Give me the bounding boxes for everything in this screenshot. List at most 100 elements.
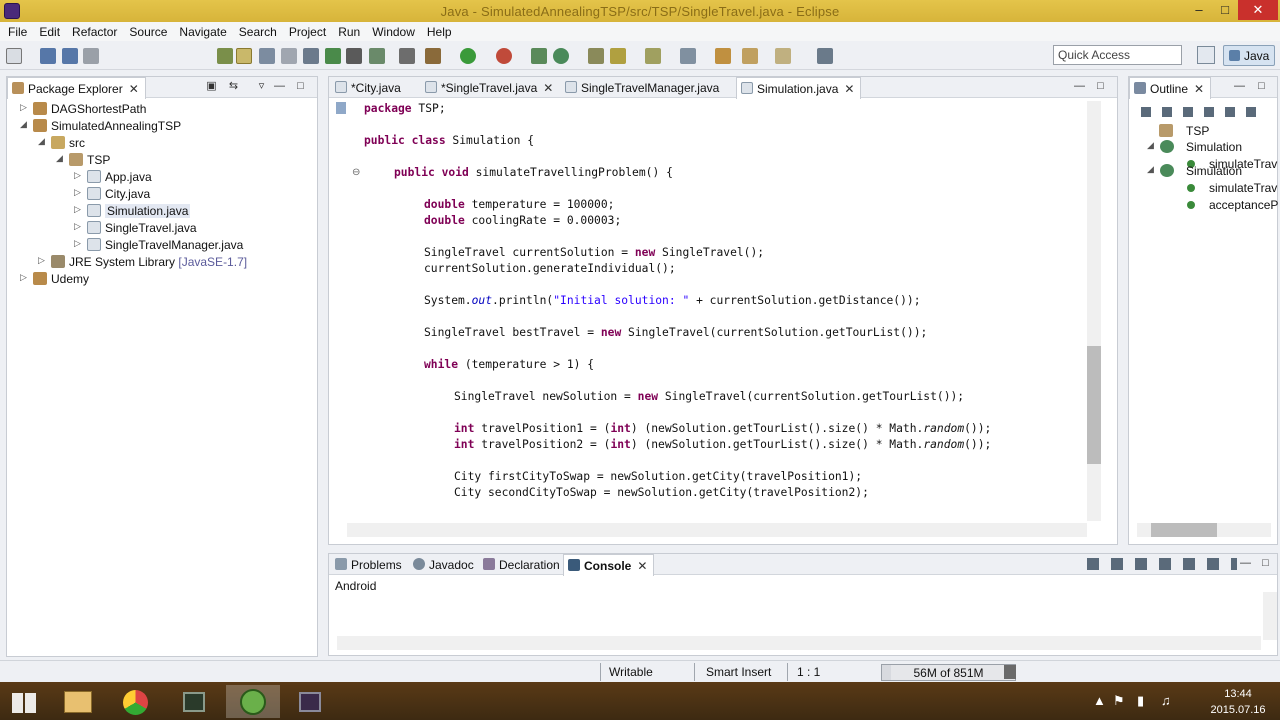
collapse-icon[interactable]: ◢ xyxy=(56,153,66,164)
view-menu-icon[interactable]: ▿ xyxy=(255,81,268,93)
minimize-button[interactable]: – xyxy=(1186,0,1212,20)
collapse-all-icon[interactable]: ▣ xyxy=(205,81,218,93)
tab-singletravelmanager-java[interactable]: SingleTravelManager.java xyxy=(561,77,725,98)
show-whitespace-icon[interactable] xyxy=(281,48,297,64)
menu-project[interactable]: Project xyxy=(283,25,332,39)
external-tools-icon[interactable] xyxy=(496,48,512,64)
tab-problems[interactable]: Problems xyxy=(331,554,408,575)
maximize-view-icon[interactable]: □ xyxy=(294,81,307,93)
maximize-view-icon[interactable]: □ xyxy=(1259,558,1272,570)
close-tab-icon[interactable]: ✕ xyxy=(844,82,854,96)
tab-package-explorer[interactable]: Package Explorer ✕ xyxy=(7,77,146,99)
menu-edit[interactable]: Edit xyxy=(33,25,66,39)
taskbar-camtasia[interactable] xyxy=(226,685,280,718)
tray-flag-icon[interactable]: ⚑ xyxy=(1113,693,1125,709)
start-button[interactable] xyxy=(0,685,48,718)
new-java-icon[interactable] xyxy=(325,48,341,64)
expand-icon[interactable]: ▷ xyxy=(74,221,84,232)
expand-icon[interactable]: ▷ xyxy=(74,187,84,198)
link-editor-icon[interactable]: ⇆ xyxy=(227,81,240,93)
tab-outline[interactable]: Outline ✕ xyxy=(1129,77,1212,99)
close-icon[interactable]: ✕ xyxy=(1194,82,1204,96)
tray-arrow-icon[interactable]: ▲ xyxy=(1093,693,1106,708)
new-class-icon[interactable] xyxy=(553,48,569,64)
minimize-view-icon[interactable]: — xyxy=(1233,81,1246,93)
expand-icon[interactable]: ▷ xyxy=(20,272,30,283)
minimize-view-icon[interactable]: — xyxy=(273,81,286,93)
menu-navigate[interactable]: Navigate xyxy=(173,25,232,39)
toggle-block-icon[interactable] xyxy=(259,48,275,64)
save-all-icon[interactable] xyxy=(62,48,78,64)
maximize-view-icon[interactable]: □ xyxy=(1255,81,1268,93)
tab-city-java[interactable]: *City.java xyxy=(331,77,407,98)
close-icon[interactable]: ✕ xyxy=(129,82,139,96)
maximize-button[interactable]: □ xyxy=(1212,0,1238,20)
pen-icon[interactable] xyxy=(610,48,626,64)
taskbar-app[interactable] xyxy=(168,685,222,718)
close-window-button[interactable]: ✕ xyxy=(1238,0,1278,20)
menu-run[interactable]: Run xyxy=(332,25,366,39)
heap-status[interactable]: 56M of 851M xyxy=(881,664,1016,681)
code-editor[interactable]: package TSP; public class Simulation { p… xyxy=(347,99,1084,522)
editor-vertical-scrollbar[interactable] xyxy=(1087,101,1101,521)
debug-icon[interactable] xyxy=(425,48,441,64)
minimize-editor-icon[interactable]: — xyxy=(1073,81,1086,93)
close-tab-icon[interactable]: ✕ xyxy=(543,81,553,95)
outline-horizontal-scrollbar[interactable] xyxy=(1137,523,1271,537)
taskbar-chrome[interactable] xyxy=(110,685,164,718)
annotation-icon[interactable] xyxy=(645,48,661,64)
scrollbar-thumb[interactable] xyxy=(1151,523,1217,537)
console-vertical-scrollbar[interactable] xyxy=(1263,592,1277,640)
menu-refactor[interactable]: Refactor xyxy=(66,25,123,39)
tray-network-icon[interactable]: ▮ xyxy=(1137,693,1144,709)
menu-help[interactable]: Help xyxy=(421,25,458,39)
collapse-icon[interactable]: ◢ xyxy=(1147,140,1157,151)
toggle-mark-icon[interactable] xyxy=(217,48,233,64)
collapse-icon[interactable]: ◢ xyxy=(1147,164,1157,175)
quick-access-input[interactable]: Quick Access xyxy=(1053,45,1182,65)
console-toolbar-icons[interactable] xyxy=(1087,558,1237,570)
debug-tool-icon[interactable] xyxy=(346,48,362,64)
tab-console[interactable]: Console ✕ xyxy=(563,554,655,576)
close-icon[interactable]: ✕ xyxy=(637,559,647,573)
pin-editor-icon[interactable] xyxy=(817,48,833,64)
tab-javadoc[interactable]: Javadoc xyxy=(409,554,480,575)
save-icon[interactable] xyxy=(40,48,56,64)
tab-singletravel-java[interactable]: *SingleTravel.java ✕ xyxy=(421,77,559,98)
scrollbar-thumb[interactable] xyxy=(1087,346,1101,464)
expand-icon[interactable]: ▷ xyxy=(74,238,84,249)
java-perspective-button[interactable]: Java xyxy=(1223,45,1275,66)
toggle-highlight-icon[interactable] xyxy=(236,48,252,64)
taskbar-eclipse[interactable] xyxy=(284,685,338,718)
back-icon[interactable] xyxy=(742,48,758,64)
expand-icon[interactable]: ▷ xyxy=(38,255,48,266)
menu-source[interactable]: Source xyxy=(123,25,173,39)
check-icon[interactable] xyxy=(369,48,385,64)
editor-horizontal-scrollbar[interactable] xyxy=(347,523,1087,537)
tab-declaration[interactable]: Declaration xyxy=(479,554,566,575)
expand-icon[interactable]: ▷ xyxy=(74,204,84,215)
forward-icon[interactable] xyxy=(775,48,791,64)
tab-simulation-java[interactable]: Simulation.java ✕ xyxy=(736,77,862,99)
maximize-editor-icon[interactable]: □ xyxy=(1094,81,1107,93)
tray-volume-icon[interactable]: ♫ xyxy=(1161,693,1171,708)
garbage-collect-icon[interactable] xyxy=(1004,665,1016,679)
last-edit-icon[interactable] xyxy=(715,48,731,64)
menu-window[interactable]: Window xyxy=(366,25,421,39)
open-perspective-icon[interactable] xyxy=(1197,46,1215,64)
expand-icon[interactable]: ▷ xyxy=(74,170,84,181)
expand-icon[interactable]: ▷ xyxy=(20,102,30,113)
menu-search[interactable]: Search xyxy=(233,25,283,39)
minimize-view-icon[interactable]: — xyxy=(1239,558,1252,570)
open-folder-icon[interactable] xyxy=(588,48,604,64)
new-package-icon[interactable] xyxy=(531,48,547,64)
skip-breakpoints-icon[interactable] xyxy=(303,48,319,64)
taskbar-clock[interactable]: 13:44 2015.07.16 xyxy=(1208,686,1268,718)
outline-toolbar-icons[interactable] xyxy=(1141,107,1266,117)
new-icon[interactable] xyxy=(6,48,22,64)
menu-file[interactable]: File xyxy=(2,25,33,39)
next-annotation-icon[interactable] xyxy=(680,48,696,64)
open-type-icon[interactable] xyxy=(399,48,415,64)
console-horizontal-scrollbar[interactable] xyxy=(337,636,1261,650)
print-icon[interactable] xyxy=(83,48,99,64)
